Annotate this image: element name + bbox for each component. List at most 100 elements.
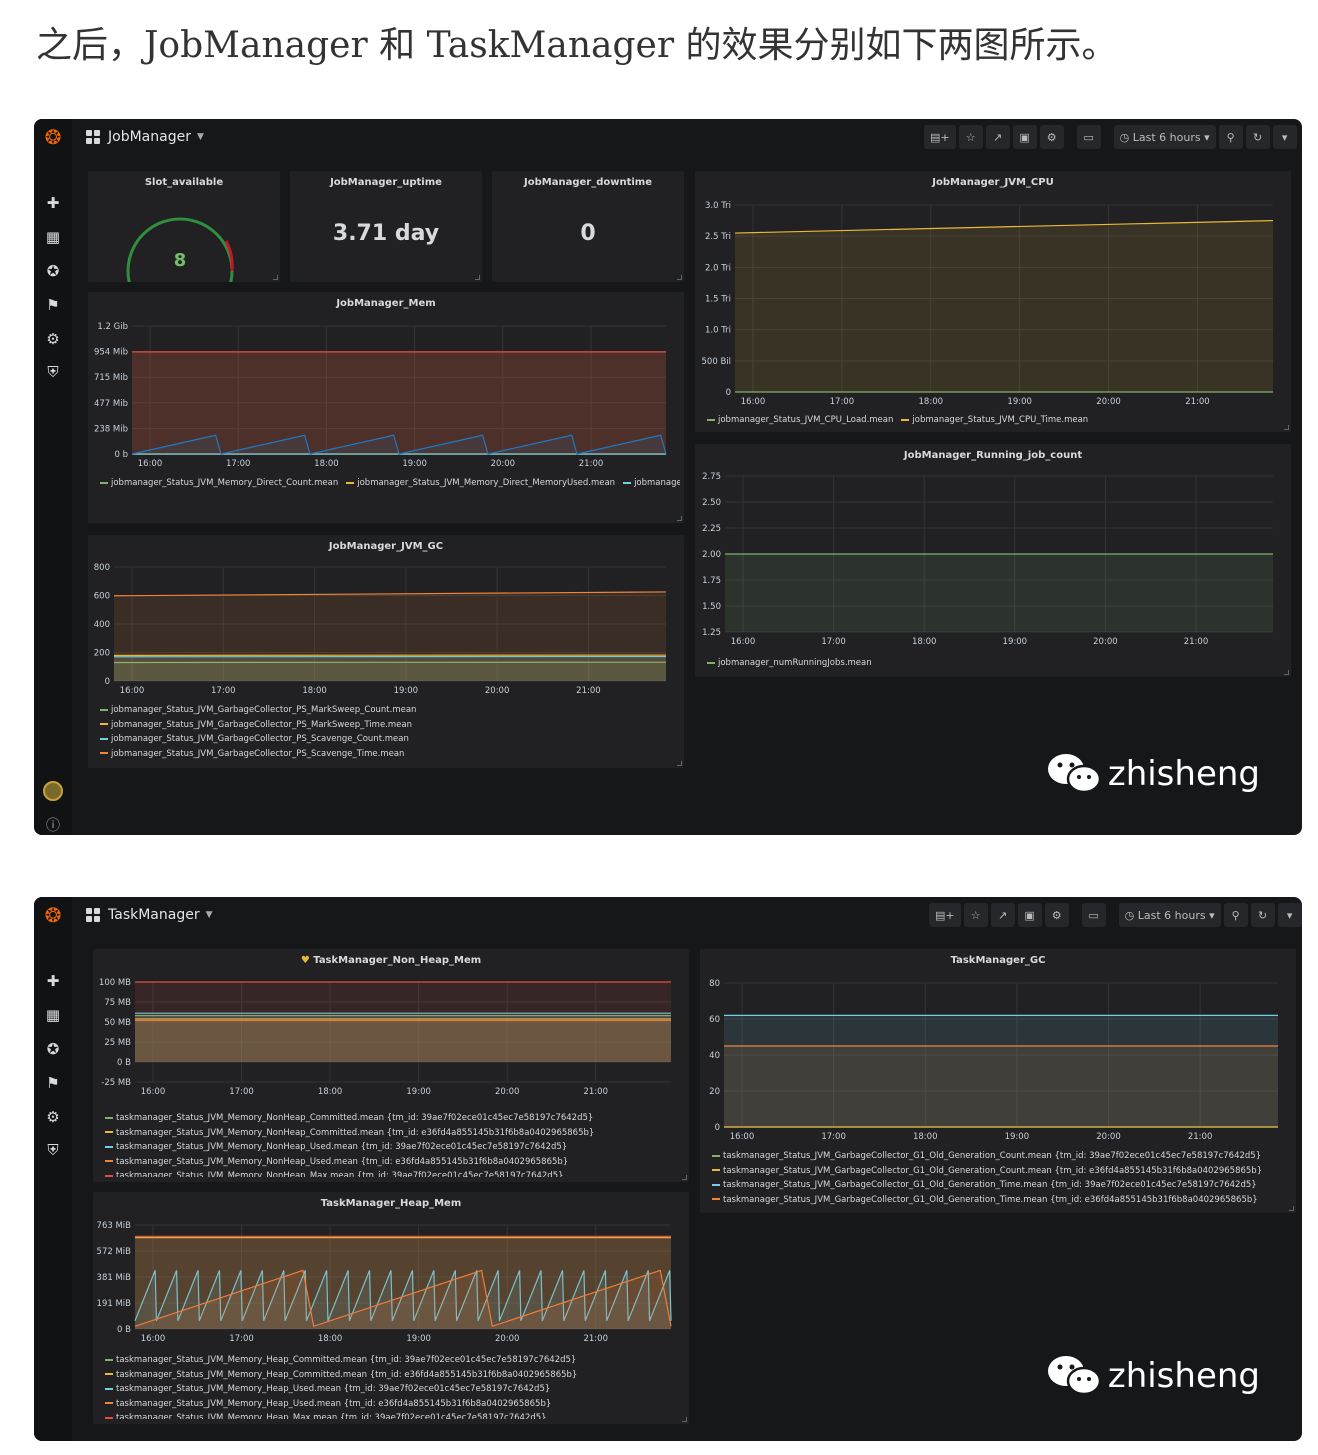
shield-icon[interactable]: ⛨ [34, 360, 72, 384]
resize-handle[interactable] [273, 275, 278, 280]
legend-label: taskmanager_Status_JVM_GarbageCollector_… [723, 1194, 1258, 1205]
jobmanager-mem-panel: JobManager_Mem 1.2 Gib 954 Mib 715 Mib 477 … [88, 292, 684, 523]
resize-handle[interactable] [682, 1417, 687, 1422]
legend-item[interactable]: taskmanager_Status_JVM_Memory_Heap_Max.m… [105, 1411, 685, 1419]
legend-item[interactable]: taskmanager_Status_JVM_Memory_NonHeap_Us… [105, 1155, 685, 1170]
legend-swatch [105, 1358, 113, 1361]
legend-item[interactable]: taskmanager_Status_JVM_Memory_Heap_Commi… [105, 1368, 685, 1383]
save-button[interactable]: ▣ [1017, 903, 1042, 927]
y-tick-label: 2.0 Tri [705, 263, 731, 273]
save-button[interactable]: ▣ [1012, 125, 1037, 149]
legend-item[interactable]: taskmanager_Status_JVM_GarbageCollector_… [712, 1193, 1292, 1208]
legend: taskmanager_Status_JVM_Memory_Heap_Commi… [105, 1353, 685, 1419]
heart-icon: ♥ [300, 955, 310, 966]
resize-handle[interactable] [677, 275, 682, 280]
plus-icon[interactable]: ✚ [34, 191, 72, 215]
legend-item[interactable]: taskmanager_Status_JVM_Memory_NonHeap_Us… [105, 1140, 685, 1155]
legend-label: jobmanager_Status_JVM_GarbageCollector_P… [111, 734, 409, 744]
plus-icon[interactable]: ✚ [34, 969, 72, 993]
help-icon[interactable]: ⓘ [34, 813, 72, 835]
tv-mode-button[interactable]: ▭ [1081, 903, 1106, 927]
resize-handle[interactable] [677, 516, 682, 521]
alert-bell-icon[interactable]: ⚑ [34, 1071, 72, 1095]
legend-item[interactable]: taskmanager_Status_JVM_Memory_Heap_Used.… [105, 1382, 685, 1397]
legend-item[interactable]: taskmanager_Status_JVM_Memory_Heap_Commi… [105, 1353, 685, 1368]
x-tick-label: 17:00 [211, 686, 236, 696]
legend-item[interactable]: taskmanager_Status_JVM_Memory_NonHeap_Co… [105, 1126, 685, 1141]
add-panel-button[interactable]: ▤+ [924, 125, 956, 149]
dashboard-picker[interactable]: TaskManager ▼ [86, 905, 213, 925]
refresh-button[interactable]: ↻ [1245, 125, 1270, 149]
tv-mode-button[interactable]: ▭ [1076, 125, 1101, 149]
legend-item[interactable]: taskmanager_Status_JVM_GarbageCollector_… [712, 1149, 1292, 1164]
time-range-label: Last 6 hours [1137, 908, 1206, 922]
x-tick-label: 20:00 [1093, 637, 1118, 647]
uptime-panel: JobManager_uptime 3.71 day [290, 171, 482, 282]
share-button[interactable]: ↗ [990, 903, 1015, 927]
panel-title-text: TaskManager_Non_Heap_Mem [313, 955, 482, 966]
refresh-interval-dropdown[interactable]: ▾ [1277, 903, 1302, 927]
clock-icon: ◷ [1119, 130, 1133, 144]
resize-handle[interactable] [677, 761, 682, 766]
gear-icon[interactable]: ⚙ [34, 1105, 72, 1129]
explore-icon[interactable]: ✪ [34, 259, 72, 283]
series-area [114, 591, 666, 681]
jobmanager-running-jobs-chart: 2.75 2.50 2.25 2.00 1.75 1.50 1.25 16:00 17:00 18… [702, 472, 1273, 647]
grafana-logo-icon[interactable]: ❂ [34, 125, 72, 149]
series-area [724, 1046, 1278, 1127]
legend-item[interactable]: taskmanager_Status_JVM_Memory_NonHeap_Co… [105, 1111, 685, 1126]
add-panel-button[interactable]: ▤+ [929, 903, 961, 927]
zoom-out-button[interactable]: ⚲ [1218, 125, 1243, 149]
x-tick-label: 19:00 [406, 1087, 431, 1097]
explore-icon[interactable]: ✪ [34, 1037, 72, 1061]
taskmanager-gc-panel: TaskManager_GC 80 60 40 20 0 16:00 17:00 18:00 1… [700, 949, 1296, 1213]
legend-item[interactable]: jobmanager_Status_JVM_GarbageCollector_P… [100, 747, 680, 762]
dashboard-picker[interactable]: JobManager ▼ [86, 127, 204, 147]
legend-item[interactable]: jobmanager_Status_JVM_GarbageCollector_P… [100, 703, 680, 718]
avatar[interactable] [34, 779, 72, 803]
legend-item[interactable]: taskmanager_Status_JVM_Memory_Heap_Used.… [105, 1397, 685, 1412]
legend-item[interactable]: jobmanager_Status_JVM_Memory_Direct_Coun… [100, 476, 338, 491]
gear-icon[interactable]: ⚙ [34, 327, 72, 351]
refresh-button[interactable]: ↻ [1250, 903, 1275, 927]
share-button[interactable]: ↗ [985, 125, 1010, 149]
legend-item[interactable]: taskmanager_Status_JVM_Memory_NonHeap_Ma… [105, 1169, 685, 1177]
legend-item[interactable]: jobmanager_numRunningJobs.mean [707, 656, 872, 671]
taskmanager-non-heap-chart: 100 MB 75 MB 50 MB 25 MB 0 B -25 MB 16:00 17:00… [99, 978, 671, 1097]
jobmanager-cpu-panel: JobManager_JVM_CPU 3.0 Tri 2.5 Tri 2.0 Tri… [695, 171, 1291, 432]
resize-handle[interactable] [475, 275, 480, 280]
dashboards-icon[interactable]: ▦ [34, 1003, 72, 1027]
legend-item[interactable]: taskmanager_Status_JVM_GarbageCollector_… [712, 1178, 1292, 1193]
grafana-logo-icon[interactable]: ❂ [34, 903, 72, 927]
legend-item[interactable]: jobmanager_Status_JVM_Memory_Direct_Tota… [623, 476, 680, 491]
y-tick-label: 1.0 Tri [705, 326, 731, 336]
zoom-out-button[interactable]: ⚲ [1223, 903, 1248, 927]
y-tick-label: 100 MB [99, 978, 131, 988]
settings-button[interactable]: ⚙ [1039, 125, 1064, 149]
refresh-interval-dropdown[interactable]: ▾ [1272, 125, 1297, 149]
legend-label: taskmanager_Status_JVM_Memory_Heap_Max.m… [116, 1413, 547, 1419]
time-range-picker[interactable]: ◷ Last 6 hours ▾ [1118, 903, 1221, 927]
resize-handle[interactable] [682, 1175, 687, 1180]
resize-handle[interactable] [1284, 425, 1289, 430]
legend-item[interactable]: jobmanager_Status_JVM_CPU_Time.mean [901, 413, 1088, 428]
dashboard-grid-icon [86, 130, 100, 144]
legend-item[interactable]: jobmanager_Status_JVM_GarbageCollector_P… [100, 718, 680, 733]
settings-button[interactable]: ⚙ [1044, 903, 1069, 927]
legend: jobmanager_Status_JVM_CPU_Load.mean jobma… [707, 413, 1287, 428]
shield-icon[interactable]: ⛨ [34, 1138, 72, 1162]
panel-title: JobManager_JVM_CPU [932, 177, 1054, 188]
y-tick-label: 1.50 [702, 602, 721, 612]
legend-item[interactable]: jobmanager_Status_JVM_Memory_Direct_Memo… [346, 476, 615, 491]
legend-item[interactable]: taskmanager_Status_JVM_GarbageCollector_… [712, 1164, 1292, 1179]
time-range-picker[interactable]: ◷ Last 6 hours ▾ [1113, 125, 1216, 149]
star-button[interactable]: ☆ [963, 903, 988, 927]
resize-handle[interactable] [1289, 1206, 1294, 1211]
legend-item[interactable]: jobmanager_Status_JVM_CPU_Load.mean [707, 413, 893, 428]
legend-item[interactable]: jobmanager_Status_JVM_GarbageCollector_P… [100, 732, 680, 747]
dashboards-icon[interactable]: ▦ [34, 225, 72, 249]
alert-bell-icon[interactable]: ⚑ [34, 293, 72, 317]
x-tick-label: 18:00 [302, 686, 327, 696]
resize-handle[interactable] [1284, 670, 1289, 675]
star-button[interactable]: ☆ [958, 125, 983, 149]
